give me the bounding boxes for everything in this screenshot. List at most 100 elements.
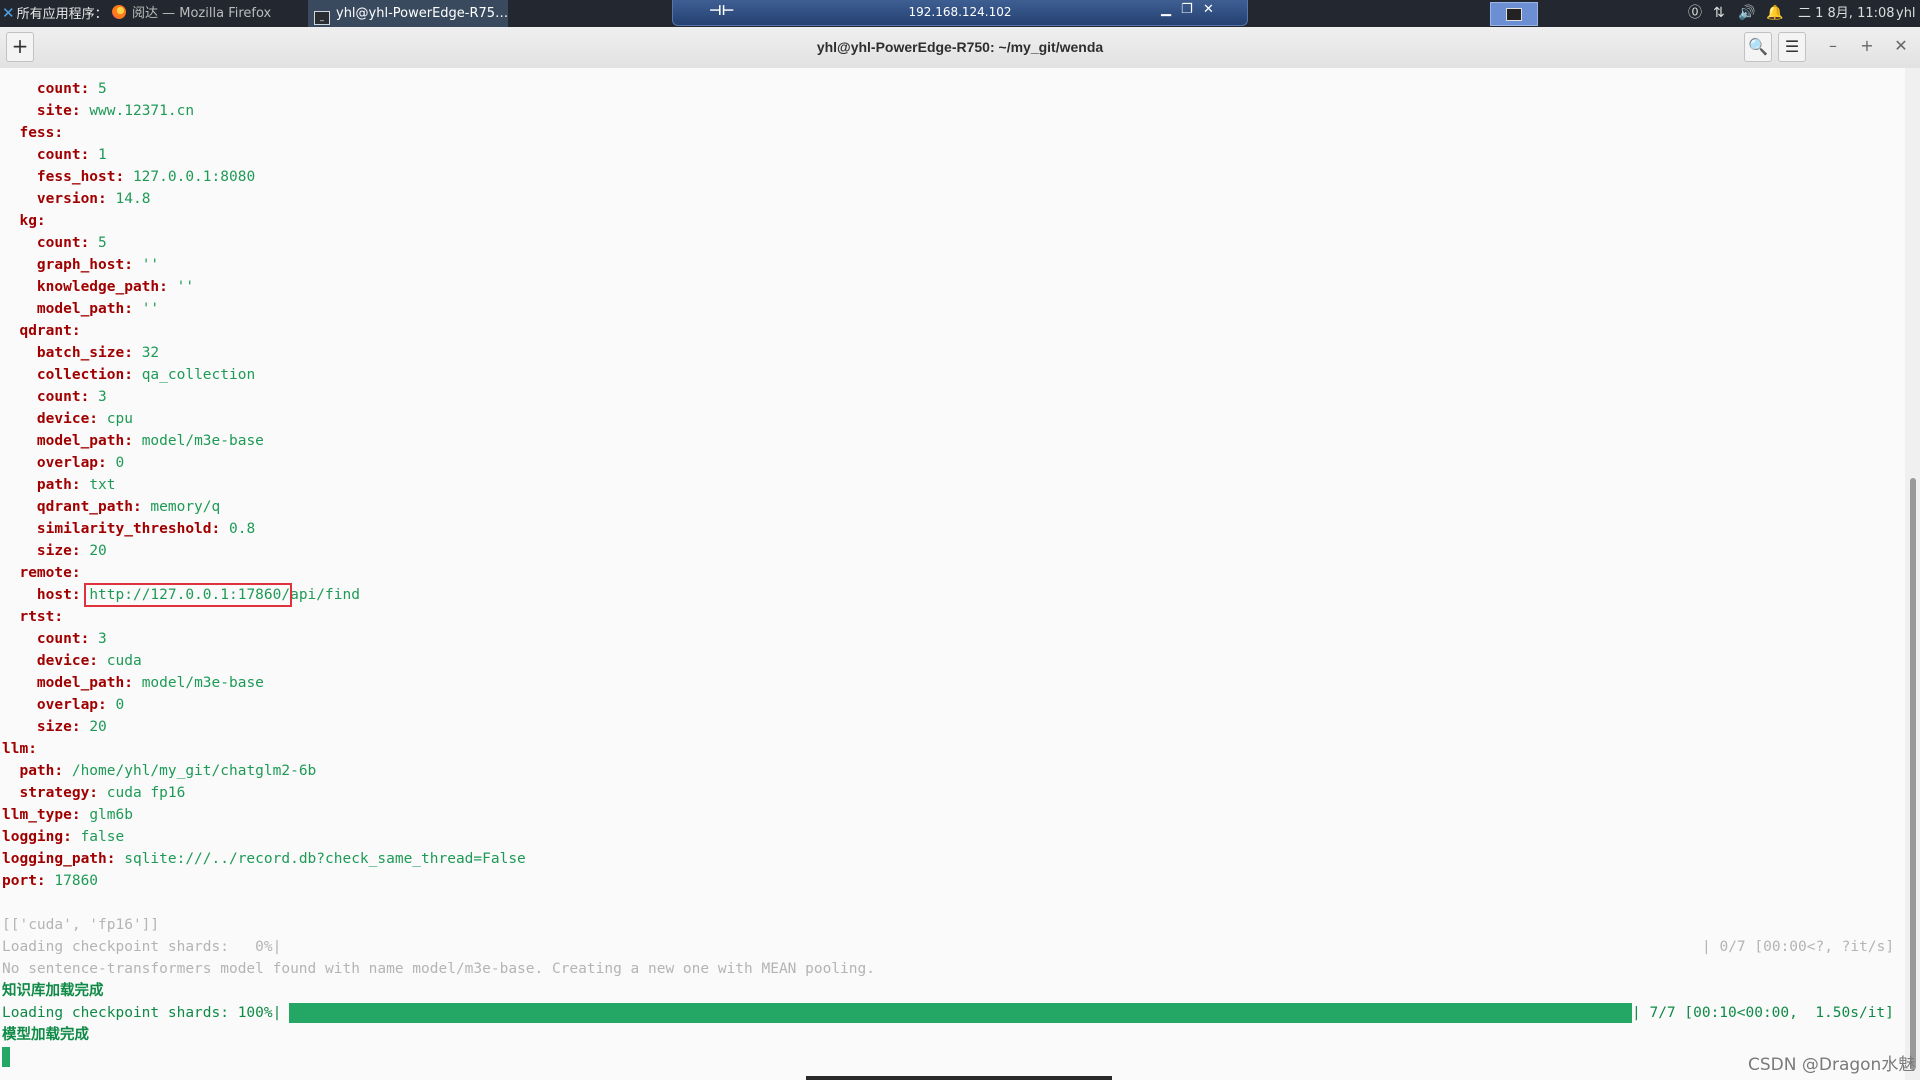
config-line: version: 14.8 bbox=[2, 188, 151, 210]
config-key: host: bbox=[2, 587, 90, 603]
taskbar-item-firefox-label: 阅达 — Mozilla Firefox bbox=[132, 6, 272, 21]
config-value: cuda bbox=[106, 653, 142, 669]
config-value: model/m3e-base bbox=[141, 675, 264, 691]
config-key: site: bbox=[2, 103, 90, 119]
config-line: count: 5 bbox=[2, 78, 107, 100]
config-key: path: bbox=[2, 763, 72, 779]
config-value: '' bbox=[141, 301, 160, 317]
applications-menu[interactable]: ✕ 所有应用程序： bbox=[2, 0, 107, 27]
search-icon: 🔍 bbox=[1748, 37, 1768, 56]
config-value: cuda fp16 bbox=[106, 785, 186, 801]
warning-text: No sentence-transformers model found wit… bbox=[2, 961, 875, 977]
config-value: 127.0.0.1:8080 bbox=[132, 169, 256, 185]
status-text: 知识库加载完成 bbox=[2, 983, 104, 999]
config-line: collection: qa_collection bbox=[2, 364, 255, 386]
terminal-output[interactable]: count: 5 site: www.12371.cn fess: count:… bbox=[0, 68, 1905, 1080]
config-key: graph_host: bbox=[2, 257, 142, 273]
config-key: logging: bbox=[2, 829, 81, 845]
config-line: count: 3 bbox=[2, 386, 107, 408]
config-key: model_path: bbox=[2, 675, 142, 691]
config-key: strategy: bbox=[2, 785, 107, 801]
firefox-icon bbox=[112, 5, 126, 19]
config-value: 3 bbox=[98, 631, 107, 647]
config-key: port: bbox=[2, 873, 55, 889]
config-key: path: bbox=[2, 477, 90, 493]
user-menu[interactable]: yhl bbox=[1896, 0, 1916, 27]
config-key: size: bbox=[2, 719, 90, 735]
config-line: qdrant: bbox=[2, 320, 81, 342]
config-key: device: bbox=[2, 653, 107, 669]
terminal-cursor bbox=[2, 1047, 10, 1067]
config-line: overlap: 0 bbox=[2, 694, 124, 716]
config-value: 20 bbox=[89, 719, 107, 735]
config-value: 14.8 bbox=[115, 191, 151, 207]
progress-stats: | 7/7 [00:10<00:00, 1.50s/it] bbox=[1632, 1005, 1894, 1021]
vnc-restore-icon[interactable]: ❐ bbox=[1181, 2, 1193, 17]
config-line: knowledge_path: '' bbox=[2, 276, 194, 298]
config-value: 5 bbox=[98, 81, 107, 97]
config-line: qdrant_path: memory/q bbox=[2, 496, 220, 518]
config-value: /home/yhl/my_git/chatglm2-6b bbox=[71, 763, 317, 779]
progress-bar-fill bbox=[289, 1003, 1632, 1023]
keyboard-layout-icon[interactable]: ⓪ bbox=[1688, 0, 1702, 27]
close-button[interactable]: ✕ bbox=[1888, 33, 1914, 61]
config-line: rtst: bbox=[2, 606, 63, 628]
config-line: overlap: 0 bbox=[2, 452, 124, 474]
config-value: 0 bbox=[115, 697, 125, 713]
config-key: device: bbox=[2, 411, 107, 427]
config-key: llm: bbox=[2, 741, 37, 757]
network-icon[interactable]: ⇅ bbox=[1713, 0, 1725, 27]
config-value: 17860 bbox=[54, 873, 99, 889]
config-line: path: /home/yhl/my_git/chatglm2-6b bbox=[2, 760, 316, 782]
config-value: glm6b bbox=[89, 807, 133, 823]
config-line: kg: bbox=[2, 210, 46, 232]
notification-bell-icon[interactable]: 🔔 bbox=[1766, 0, 1783, 27]
vnc-close-icon[interactable]: ✕ bbox=[1203, 2, 1214, 17]
progress-stats: | 0/7 [00:00<?, ?it/s] bbox=[1702, 939, 1895, 955]
menu-button[interactable]: ☰ bbox=[1778, 32, 1806, 62]
config-key: logging_path: bbox=[2, 851, 125, 867]
config-line: count: 1 bbox=[2, 144, 107, 166]
config-key: collection: bbox=[2, 367, 142, 383]
config-line: port: 17860 bbox=[2, 870, 98, 892]
output-text: [['cuda', 'fp16']] bbox=[2, 917, 160, 933]
config-line: similarity_threshold: 0.8 bbox=[2, 518, 255, 540]
config-key: rtst: bbox=[2, 609, 64, 625]
config-value: '' bbox=[141, 257, 160, 273]
vnc-toolbar: ⊣⊢ 192.168.124.102 ▁ ❐ ✕ bbox=[672, 0, 1248, 26]
config-value: cpu bbox=[106, 411, 133, 427]
search-button[interactable]: 🔍 bbox=[1744, 32, 1772, 62]
progress-line-done-stats: | 7/7 [00:10<00:00, 1.50s/it] bbox=[1632, 1002, 1894, 1024]
config-key: fess: bbox=[2, 125, 64, 141]
config-line: llm_type: glm6b bbox=[2, 804, 133, 826]
progress-label: Loading checkpoint shards: 0%| bbox=[2, 939, 282, 955]
config-key: qdrant: bbox=[2, 323, 81, 339]
scrollbar-thumb[interactable] bbox=[1910, 478, 1916, 1070]
config-key: knowledge_path: bbox=[2, 279, 177, 295]
config-value: 0 bbox=[115, 455, 125, 471]
vnc-minimize-icon[interactable]: ▁ bbox=[1161, 2, 1171, 17]
kb-loaded-line: 知识库加载完成 bbox=[2, 980, 104, 1002]
hamburger-menu-icon: ☰ bbox=[1784, 37, 1800, 56]
xfce-icon: ✕ bbox=[2, 4, 15, 22]
taskbar-item-terminal[interactable]: _ yhl@yhl-PowerEdge-R75… bbox=[308, 0, 508, 27]
config-line: device: cpu bbox=[2, 408, 133, 430]
clock[interactable]: 二 1 8月, 11:08 bbox=[1798, 0, 1895, 27]
taskbar-item-firefox[interactable]: 阅达 — Mozilla Firefox bbox=[108, 0, 308, 27]
config-key: kg: bbox=[2, 213, 46, 229]
config-key: model_path: bbox=[2, 433, 142, 449]
progress-line-start: Loading checkpoint shards: 0%| bbox=[2, 936, 281, 958]
config-line: graph_host: '' bbox=[2, 254, 159, 276]
vnc-app-icon[interactable] bbox=[1490, 2, 1538, 26]
config-key: count: bbox=[2, 389, 99, 405]
config-line: device: cuda bbox=[2, 650, 142, 672]
config-line: logging: false bbox=[2, 826, 124, 848]
config-value: qa_collection bbox=[141, 367, 256, 383]
minimize-button[interactable]: – bbox=[1820, 33, 1846, 61]
volume-icon[interactable]: 🔊 bbox=[1738, 0, 1755, 27]
maximize-button[interactable]: + bbox=[1854, 33, 1880, 61]
config-line: fess: bbox=[2, 122, 63, 144]
terminal-scrollbar[interactable] bbox=[1905, 68, 1920, 1080]
config-key: count: bbox=[2, 631, 99, 647]
config-value: 1 bbox=[98, 147, 107, 163]
